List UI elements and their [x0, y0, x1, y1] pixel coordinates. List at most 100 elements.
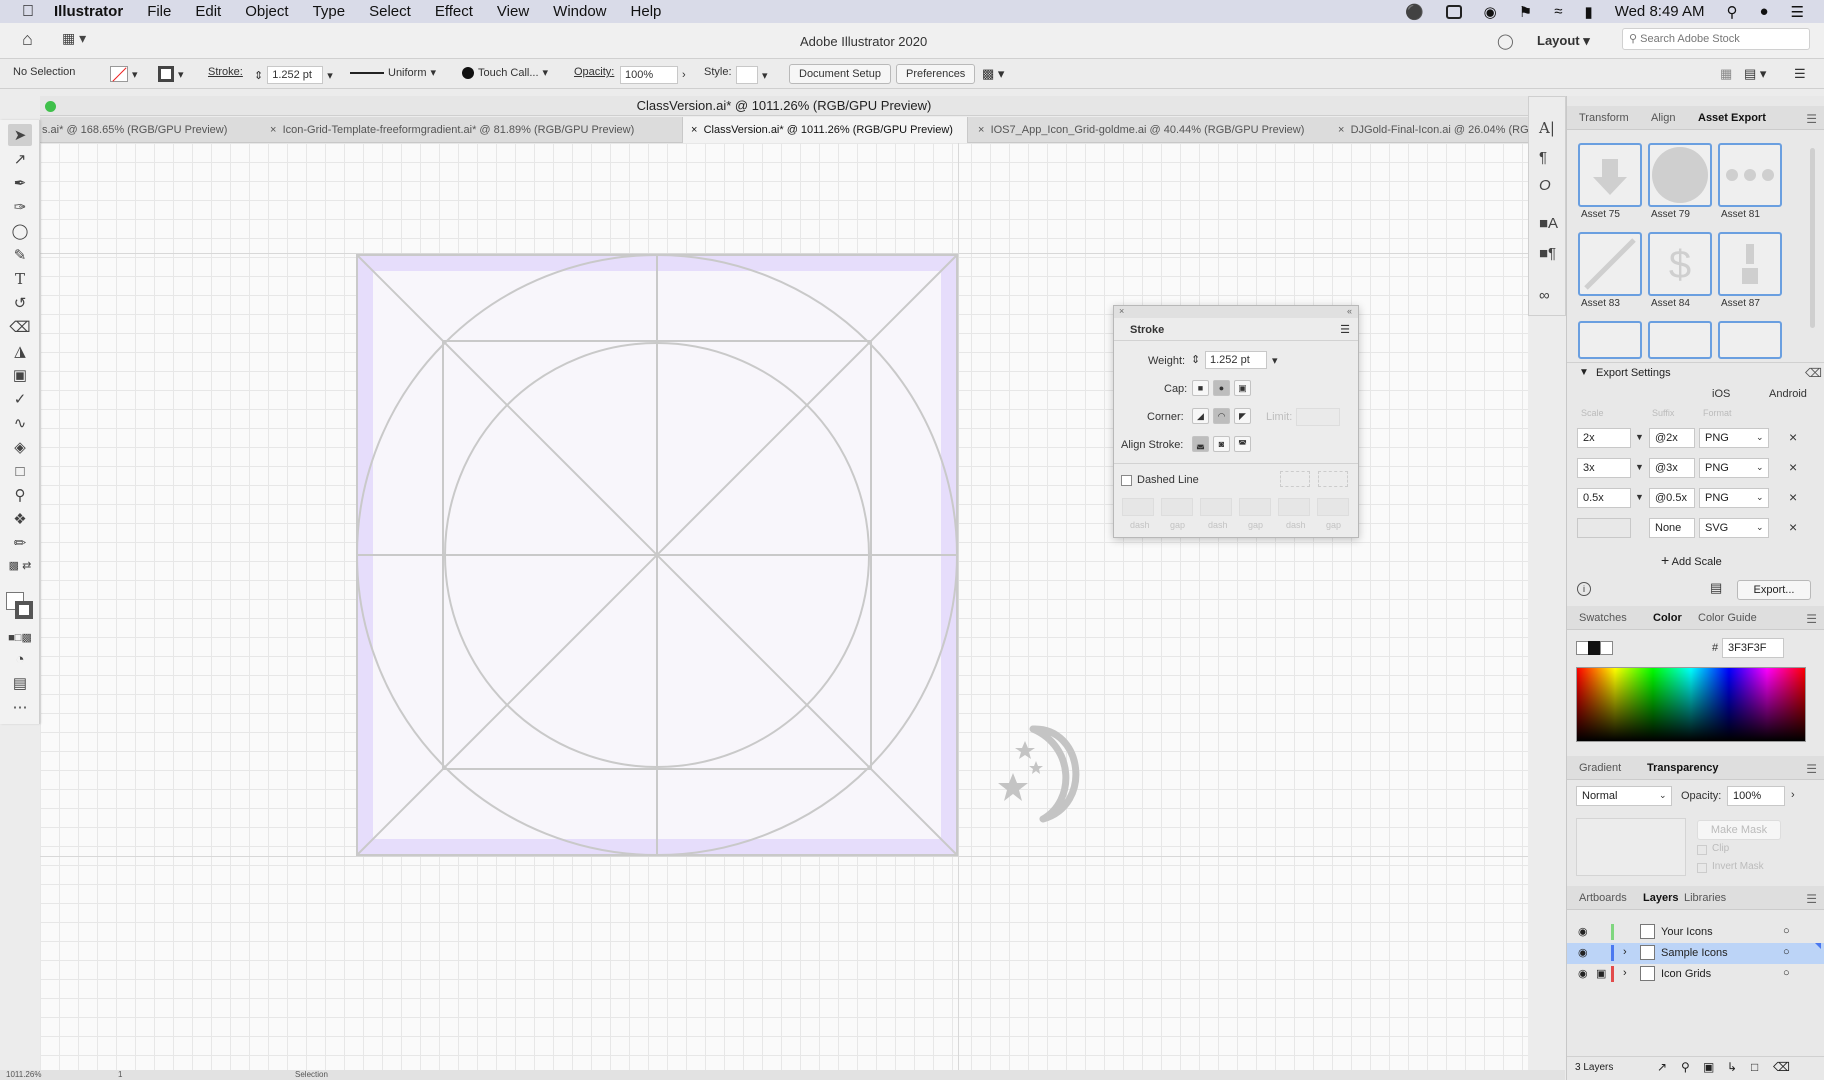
- artboard-number[interactable]: 1: [118, 1070, 122, 1079]
- stroke-panel-titlebar[interactable]: × «: [1114, 306, 1358, 318]
- tab-asset-export[interactable]: Asset Export: [1698, 112, 1766, 124]
- color-mode-icons[interactable]: ■□▩: [8, 626, 32, 648]
- eye-icon[interactable]: ◉: [1578, 925, 1588, 938]
- fill-swatch[interactable]: ▾: [110, 66, 138, 82]
- close-icon[interactable]: ×: [978, 124, 984, 136]
- export-icon[interactable]: ↗: [1657, 1060, 1667, 1074]
- asset-scrollbar[interactable]: [1810, 148, 1815, 328]
- measure-tool-icon[interactable]: ✏: [8, 532, 32, 554]
- asset-thumbnail[interactable]: [1648, 321, 1712, 359]
- variable-width-profile[interactable]: Uniform ▾: [350, 66, 436, 79]
- spotlight-icon[interactable]: ⚲: [1726, 3, 1737, 21]
- moon-stars-icon[interactable]: [993, 721, 1103, 831]
- type-tool-icon[interactable]: T: [8, 268, 32, 290]
- layer-name[interactable]: Icon Grids: [1661, 968, 1711, 980]
- tab-libraries[interactable]: Libraries: [1684, 892, 1726, 904]
- butt-cap-icon[interactable]: ■: [1192, 380, 1209, 396]
- close-icon[interactable]: ×: [1338, 124, 1344, 136]
- chevron-down-icon[interactable]: ▼: [1635, 432, 1644, 442]
- panel-menu-icon[interactable]: ☰: [1806, 762, 1817, 776]
- info-icon[interactable]: i: [1577, 582, 1591, 596]
- preferences-button[interactable]: Preferences: [896, 64, 976, 84]
- android-tab[interactable]: Android: [1769, 388, 1807, 400]
- gradient-tool-icon[interactable]: ▣: [8, 364, 32, 386]
- delete-layer-icon[interactable]: ⌫: [1773, 1060, 1790, 1074]
- fill-stroke-indicator[interactable]: [1576, 641, 1616, 655]
- eye-icon[interactable]: ◉: [1578, 946, 1588, 959]
- live-paint-tool-icon[interactable]: ◈: [8, 436, 32, 458]
- locate-object-icon[interactable]: ⚲: [1681, 1060, 1690, 1074]
- notification-center-icon[interactable]: ☰: [1791, 3, 1804, 21]
- stroke-weight-field[interactable]: 1.252 pt: [267, 66, 324, 84]
- align-outside-icon[interactable]: ◚: [1234, 436, 1251, 452]
- layer-name[interactable]: Your Icons: [1661, 926, 1713, 938]
- rotate-tool-icon[interactable]: ↺: [8, 292, 32, 314]
- panel-menu-icon[interactable]: ☰: [1806, 892, 1817, 906]
- arrange-icon[interactable]: ▩ ▾: [982, 66, 1004, 82]
- artboard-tool-icon[interactable]: □: [8, 460, 32, 482]
- menu-edit[interactable]: Edit: [195, 3, 221, 20]
- document-tab[interactable]: × DJGold-Final-Icon.ai @ 26.04% (RGB/G: [1330, 117, 1528, 143]
- expand-arrow-icon[interactable]: ›: [1623, 946, 1627, 958]
- layer-name[interactable]: Sample Icons: [1661, 947, 1728, 959]
- canvas[interactable]: [40, 143, 1528, 1070]
- pencil-tool-icon[interactable]: ✎: [8, 244, 32, 266]
- chevron-down-icon[interactable]: ⌄: [1756, 492, 1764, 503]
- paragraph-panel-icon[interactable]: ¶: [1539, 149, 1547, 166]
- paragraph-styles-icon[interactable]: ■¶: [1539, 245, 1556, 262]
- target-icon[interactable]: ○: [1783, 946, 1790, 958]
- ellipse-tool-icon[interactable]: ◯: [8, 220, 32, 242]
- stock-search[interactable]: ⚲ Search Adobe Stock: [1622, 28, 1810, 50]
- draw-mode-icon[interactable]: ◔: [8, 648, 32, 670]
- hex-field[interactable]: 3F3F3F: [1722, 638, 1784, 658]
- lightbulb-icon[interactable]: ◯: [1497, 32, 1514, 50]
- direct-selection-tool-icon[interactable]: ↗: [8, 148, 32, 170]
- tab-swatches[interactable]: Swatches: [1579, 612, 1627, 624]
- shape-builder-tool-icon[interactable]: ◮: [8, 340, 32, 362]
- align-inside-icon[interactable]: ◙: [1213, 436, 1230, 452]
- selection-tool-icon[interactable]: ➤: [8, 124, 32, 146]
- eraser-tool-icon[interactable]: ⌫: [8, 316, 32, 338]
- stroke-swatch[interactable]: ▾: [158, 66, 184, 82]
- zoom-level[interactable]: 1011.26%: [6, 1070, 41, 1079]
- panel-menu-icon[interactable]: ☰: [1806, 112, 1817, 126]
- stroke-panel-title[interactable]: Stroke: [1130, 324, 1164, 336]
- opacity-control[interactable]: 100% ›: [620, 66, 686, 84]
- chevron-down-icon[interactable]: ▼: [1635, 462, 1644, 472]
- tab-layers[interactable]: Layers: [1643, 892, 1678, 904]
- document-tab[interactable]: s.ai* @ 168.65% (RGB/GPU Preview): [40, 117, 262, 143]
- bevel-join-icon[interactable]: ◤: [1234, 408, 1251, 424]
- icon-grid-artwork[interactable]: [355, 253, 959, 857]
- asset-thumbnail[interactable]: [1648, 143, 1712, 207]
- miter-join-icon[interactable]: ◢: [1192, 408, 1209, 424]
- document-setup-button[interactable]: Document Setup: [789, 64, 891, 84]
- puppet-warp-tool-icon[interactable]: ❖: [8, 508, 32, 530]
- close-icon[interactable]: ×: [1119, 306, 1124, 316]
- layer-row[interactable]: ◉ Your Icons ○: [1567, 922, 1824, 943]
- align-icon[interactable]: ▦: [1720, 66, 1732, 82]
- menu-object[interactable]: Object: [245, 3, 288, 20]
- lock-icon[interactable]: ▣: [1596, 967, 1606, 980]
- asset-thumbnail[interactable]: [1718, 321, 1782, 359]
- distribute-icon[interactable]: ▤ ▾: [1744, 66, 1766, 82]
- layer-row-selected[interactable]: ◉ › Sample Icons ○: [1567, 943, 1824, 964]
- arrange-documents-icon[interactable]: ▦ ▾: [62, 30, 86, 47]
- ios-tab[interactable]: iOS: [1712, 388, 1730, 400]
- chevron-down-icon[interactable]: ⌄: [1659, 790, 1667, 801]
- weight-field[interactable]: 1.252 pt: [1205, 351, 1267, 369]
- suffix-field[interactable]: @0.5x: [1649, 488, 1695, 508]
- stroke-swatch-icon[interactable]: [15, 601, 33, 619]
- add-scale-button[interactable]: + Add Scale: [1661, 552, 1722, 568]
- tab-gradient[interactable]: Gradient: [1579, 762, 1621, 774]
- projecting-cap-icon[interactable]: ▣: [1234, 380, 1251, 396]
- menu-effect[interactable]: Effect: [435, 3, 473, 20]
- record-icon[interactable]: ⚫: [1405, 3, 1424, 21]
- flag-icon[interactable]: ⚑: [1519, 3, 1532, 21]
- battery-icon[interactable]: ▮: [1584, 3, 1592, 21]
- align-center-icon[interactable]: ◛: [1192, 436, 1209, 452]
- asset-thumbnail[interactable]: [1578, 321, 1642, 359]
- current-tool[interactable]: Selection: [295, 1070, 328, 1079]
- character-styles-icon[interactable]: ■A: [1539, 215, 1558, 232]
- tab-transparency[interactable]: Transparency: [1647, 762, 1719, 774]
- opacity-field[interactable]: 100%: [620, 66, 678, 84]
